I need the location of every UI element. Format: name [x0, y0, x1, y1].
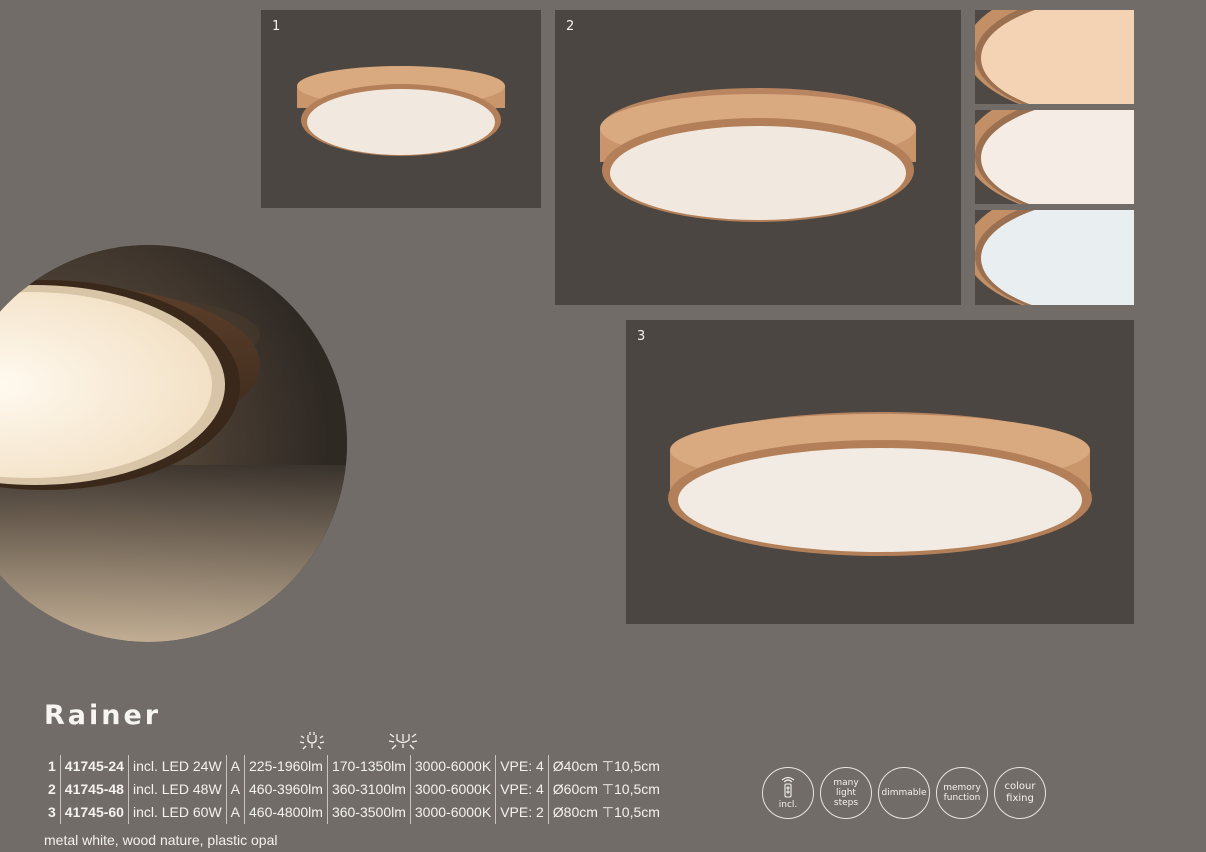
colour-fixing-icon: colour fixing [994, 767, 1046, 819]
diameter: Ø60cm [552, 780, 598, 797]
height: 10,5cm [614, 803, 660, 820]
remote-label: incl. [778, 799, 798, 810]
lumen-real: 170-1350lm [326, 755, 411, 778]
led-power: incl. LED 48W [127, 778, 227, 801]
neutral-light-swatch [975, 110, 1134, 204]
warm-light-swatch [975, 10, 1134, 104]
vpe: VPE: 4 [495, 755, 549, 778]
steps-label-2: light [836, 788, 856, 798]
diameter: Ø40cm [552, 757, 598, 774]
lumen-icon [299, 732, 325, 750]
dimmable-icon: dimmable [878, 767, 930, 819]
table-row: 1 41745-24 incl. LED 24W A 225-1960lm 17… [44, 755, 664, 778]
photo-number: 2 [566, 19, 575, 34]
height-icon: ⊤ [601, 757, 614, 774]
height-icon: ⊤ [601, 803, 614, 820]
row-number: 3 [48, 804, 56, 820]
lumen-real-icon [388, 733, 418, 750]
kelvin: 3000-6000K [409, 778, 496, 801]
material-text: metal white, wood nature, plastic opal [44, 832, 278, 848]
row-number: 2 [48, 781, 56, 797]
dimensions: Ø60cm ⊤10,5cm [547, 778, 664, 801]
cool-light-swatch [975, 210, 1134, 305]
article-code: 41745-24 [59, 755, 129, 778]
vpe: VPE: 4 [495, 778, 549, 801]
kelvin: 3000-6000K [409, 801, 496, 824]
article-code: 41745-48 [59, 778, 129, 801]
diameter: Ø80cm [552, 803, 598, 820]
energy-class: A [225, 778, 245, 801]
colour-label-1: colour [1004, 781, 1036, 792]
led-power: incl. LED 24W [127, 755, 227, 778]
memory-label-1: memory [943, 783, 981, 793]
energy-class: A [225, 801, 245, 824]
led-power: incl. LED 60W [127, 801, 227, 824]
product-photo-2: 2 [555, 10, 961, 305]
photo-number: 1 [272, 19, 281, 34]
dimmable-label: dimmable [881, 788, 927, 798]
table-row: 3 41745-60 incl. LED 60W A 460-4800lm 36… [44, 801, 664, 824]
vpe: VPE: 2 [495, 801, 549, 824]
light-steps-icon: many light steps [820, 767, 872, 819]
memory-function-icon: memory function [936, 767, 988, 819]
steps-label-1: many [833, 778, 859, 788]
lumen: 460-4800lm [244, 801, 328, 824]
photo-number: 3 [637, 329, 646, 344]
dimensions: Ø40cm ⊤10,5cm [547, 755, 664, 778]
lumen-real: 360-3500lm [326, 801, 411, 824]
product-title: Rainer [44, 700, 162, 731]
table-row: 2 41745-48 incl. LED 48W A 460-3960lm 36… [44, 778, 664, 801]
energy-class: A [225, 755, 245, 778]
lumen: 225-1960lm [244, 755, 328, 778]
colour-label-2: fixing [1006, 793, 1034, 804]
kelvin: 3000-6000K [409, 755, 496, 778]
steps-label-3: steps [833, 798, 859, 808]
dimensions: Ø80cm ⊤10,5cm [547, 801, 664, 824]
memory-label-2: function [943, 793, 981, 803]
spec-table: 1 41745-24 incl. LED 24W A 225-1960lm 17… [44, 755, 664, 824]
row-number: 1 [48, 758, 56, 774]
height: 10,5cm [614, 757, 660, 774]
remote-control-icon: incl. [762, 767, 814, 819]
mood-photo [0, 245, 347, 642]
height-icon: ⊤ [601, 780, 614, 797]
height: 10,5cm [614, 780, 660, 797]
product-photo-1: 1 [261, 10, 541, 208]
article-code: 41745-60 [59, 801, 129, 824]
product-photo-3: 3 [626, 320, 1134, 624]
lumen: 460-3960lm [244, 778, 328, 801]
lumen-real: 360-3100lm [326, 778, 411, 801]
